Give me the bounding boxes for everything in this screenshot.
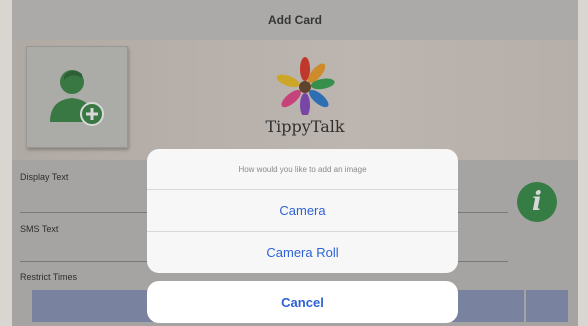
camera-roll-button[interactable]: Camera Roll xyxy=(147,231,458,273)
action-sheet-title: How would you like to add an image xyxy=(147,149,458,190)
image-source-action-sheet: How would you like to add an image Camer… xyxy=(147,149,458,273)
screen: Add Card TippyTalk Display Text SMS Text… xyxy=(12,0,578,326)
camera-button[interactable]: Camera xyxy=(147,190,458,231)
cancel-button[interactable]: Cancel xyxy=(147,281,458,323)
